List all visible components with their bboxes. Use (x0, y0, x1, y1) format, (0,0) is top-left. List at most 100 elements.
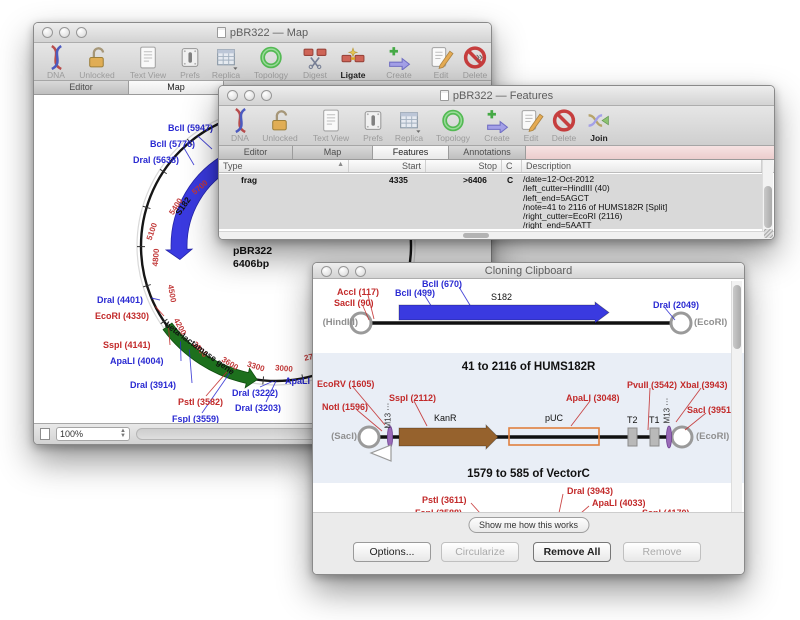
scrollbar-thumb[interactable] (463, 233, 489, 238)
toolbar-item-topology[interactable]: Topology (429, 108, 477, 143)
column-header-stop[interactable]: Stop (426, 160, 502, 172)
toolbar-item-label: Ligate (340, 70, 365, 80)
restriction-site-label[interactable]: DraI (4401) (97, 295, 143, 305)
restriction-site-label[interactable]: DraI (2049) (653, 300, 699, 310)
restriction-site-label[interactable]: PstI (3611) (422, 495, 467, 505)
restriction-site-label[interactable]: SspI (2112) (389, 393, 436, 403)
horizontal-scrollbar[interactable] (219, 231, 774, 239)
restriction-site-label[interactable]: DraI (3914) (130, 380, 176, 390)
scrollbar-thumb[interactable] (733, 285, 741, 349)
toolbar-item-dna[interactable]: DNA (225, 108, 255, 143)
tab-annotations[interactable]: Annotations (449, 146, 526, 159)
remove-button[interactable]: Remove (623, 542, 701, 562)
zoom-button[interactable] (261, 90, 272, 101)
toolbar-item-label: Topology (254, 70, 288, 80)
column-header-c[interactable]: C (502, 160, 522, 172)
restriction-site-label[interactable]: SacII (90) (334, 298, 374, 308)
delete-icon (549, 108, 579, 133)
toolbar-item-prefs[interactable]: Prefs (357, 108, 389, 143)
edit-icon (516, 108, 546, 133)
minimize-button[interactable] (59, 27, 70, 38)
tab-features[interactable]: Features (373, 146, 449, 159)
minimize-button[interactable] (338, 266, 349, 277)
restriction-site-label[interactable]: BclI (670) (422, 279, 462, 289)
dna-icon (225, 108, 255, 133)
toolbar-item-digest[interactable]: Digest (296, 45, 334, 80)
restriction-site-label[interactable]: DraI (3222) (232, 388, 278, 398)
restriction-site-label[interactable]: XbaI (3943) (680, 380, 728, 390)
help-button[interactable]: Show me how this works (468, 517, 589, 533)
zoom-select[interactable]: 100% ▲▼ (56, 427, 130, 441)
stepper-icon: ▲▼ (120, 429, 126, 439)
toolbar-item-label: DNA (231, 133, 249, 143)
toolbar-item-text-view[interactable]: Text View (122, 45, 174, 80)
toolbar-item-unlocked[interactable]: Unlocked (72, 45, 122, 80)
restriction-site-label[interactable]: EcoRV (1605) (317, 379, 374, 389)
titlebar-map[interactable]: pBR322 — Map (34, 23, 491, 43)
restriction-site-label[interactable]: BclI (5776) (150, 139, 195, 149)
toolbar-item-replica[interactable]: Replica (389, 108, 429, 143)
restriction-site-label[interactable]: SspI (4141) (103, 340, 151, 350)
toolbar-item-join[interactable]: Join (583, 108, 615, 143)
remove-all-button[interactable]: Remove All (533, 542, 611, 562)
zoom-button[interactable] (76, 27, 87, 38)
scrollbar-thumb[interactable] (764, 186, 772, 228)
toolbar-item-topology[interactable]: Topology (246, 45, 296, 80)
close-button[interactable] (321, 266, 332, 277)
toolbar-item-delete[interactable]: Delete (545, 108, 583, 143)
resize-grip[interactable] (764, 229, 773, 238)
restriction-site-label[interactable]: DraI (5638) (133, 155, 179, 165)
traffic-lights (227, 90, 272, 101)
toolbar-item-dna[interactable]: DNA (40, 45, 72, 80)
restriction-site-label[interactable]: PvuII (3542) (627, 380, 677, 390)
restriction-site-label[interactable]: PstI (3582) (178, 397, 223, 407)
topology-icon (438, 108, 468, 133)
column-header-description[interactable]: Description (522, 160, 762, 172)
toolbar-item-label: Join (590, 133, 607, 143)
toolbar-item-create[interactable]: Create (372, 45, 426, 80)
restriction-site-label[interactable]: DraI (3203) (235, 403, 281, 413)
titlebar-clipboard[interactable]: Cloning Clipboard (313, 263, 744, 279)
restriction-site-label[interactable]: ApaLI (3048) (566, 393, 620, 403)
vertical-scrollbar[interactable] (762, 160, 773, 233)
restriction-site-label[interactable]: ApaLI (4004) (110, 356, 164, 366)
circularize-button[interactable]: Circularize (441, 542, 519, 562)
tab-map[interactable]: Map (129, 81, 224, 94)
zoom-button[interactable] (355, 266, 366, 277)
toolbar-item-edit[interactable]: Edit (426, 45, 456, 80)
toolbar-overflow-button[interactable]: » (476, 49, 483, 64)
restriction-site-label[interactable]: BclI (499) (395, 288, 435, 298)
titlebar-features[interactable]: pBR322 — Features (219, 86, 774, 106)
close-button[interactable] (42, 27, 53, 38)
restriction-site-label[interactable]: DraI (3943) (567, 486, 613, 496)
tab-editor[interactable]: Editor (34, 81, 129, 94)
toolbar-item-prefs[interactable]: Prefs (174, 45, 206, 80)
tab-map[interactable]: Map (293, 146, 373, 159)
plasmid-name: pBR322 (233, 245, 272, 258)
restriction-site-label[interactable]: AccI (117) (337, 287, 379, 297)
toolbar-item-edit[interactable]: Edit (517, 108, 545, 143)
features-table: frag4335>6406C/date=12-Oct-2012/left_cut… (219, 174, 762, 233)
vertical-scrollbar[interactable] (731, 281, 742, 512)
minimize-button[interactable] (244, 90, 255, 101)
tab-editor[interactable]: Editor (219, 146, 293, 159)
textview-icon (316, 108, 346, 133)
column-header-type[interactable]: Type ▲ (219, 160, 349, 172)
restriction-site-label[interactable]: SacI (3951) (687, 405, 734, 415)
toolbar-item-unlocked[interactable]: Unlocked (255, 108, 305, 143)
restriction-site-label[interactable]: NotI (1596) (322, 402, 368, 412)
restriction-site-label[interactable]: ApaLI ( (285, 376, 316, 386)
plasmid-name-label: pBR3226406bp (233, 245, 272, 271)
table-row[interactable]: frag4335>6406C/date=12-Oct-2012/left_cut… (219, 174, 762, 229)
toolbar-item-text-view[interactable]: Text View (305, 108, 357, 143)
restriction-site-label[interactable]: BclI (5947) (168, 123, 213, 133)
column-header-start[interactable]: Start (349, 160, 426, 172)
restriction-site-label[interactable]: EcoRI (4330) (95, 311, 149, 321)
toolbar-item-ligate[interactable]: Ligate (334, 45, 372, 80)
options--button[interactable]: Options... (353, 542, 431, 562)
close-button[interactable] (227, 90, 238, 101)
restriction-site-label[interactable]: ApaLI (4033) (592, 498, 646, 508)
toolbar-item-create[interactable]: Create (477, 108, 517, 143)
table-header: Type ▲StartStopCDescription (219, 160, 774, 173)
toolbar-item-replica[interactable]: Replica (206, 45, 246, 80)
